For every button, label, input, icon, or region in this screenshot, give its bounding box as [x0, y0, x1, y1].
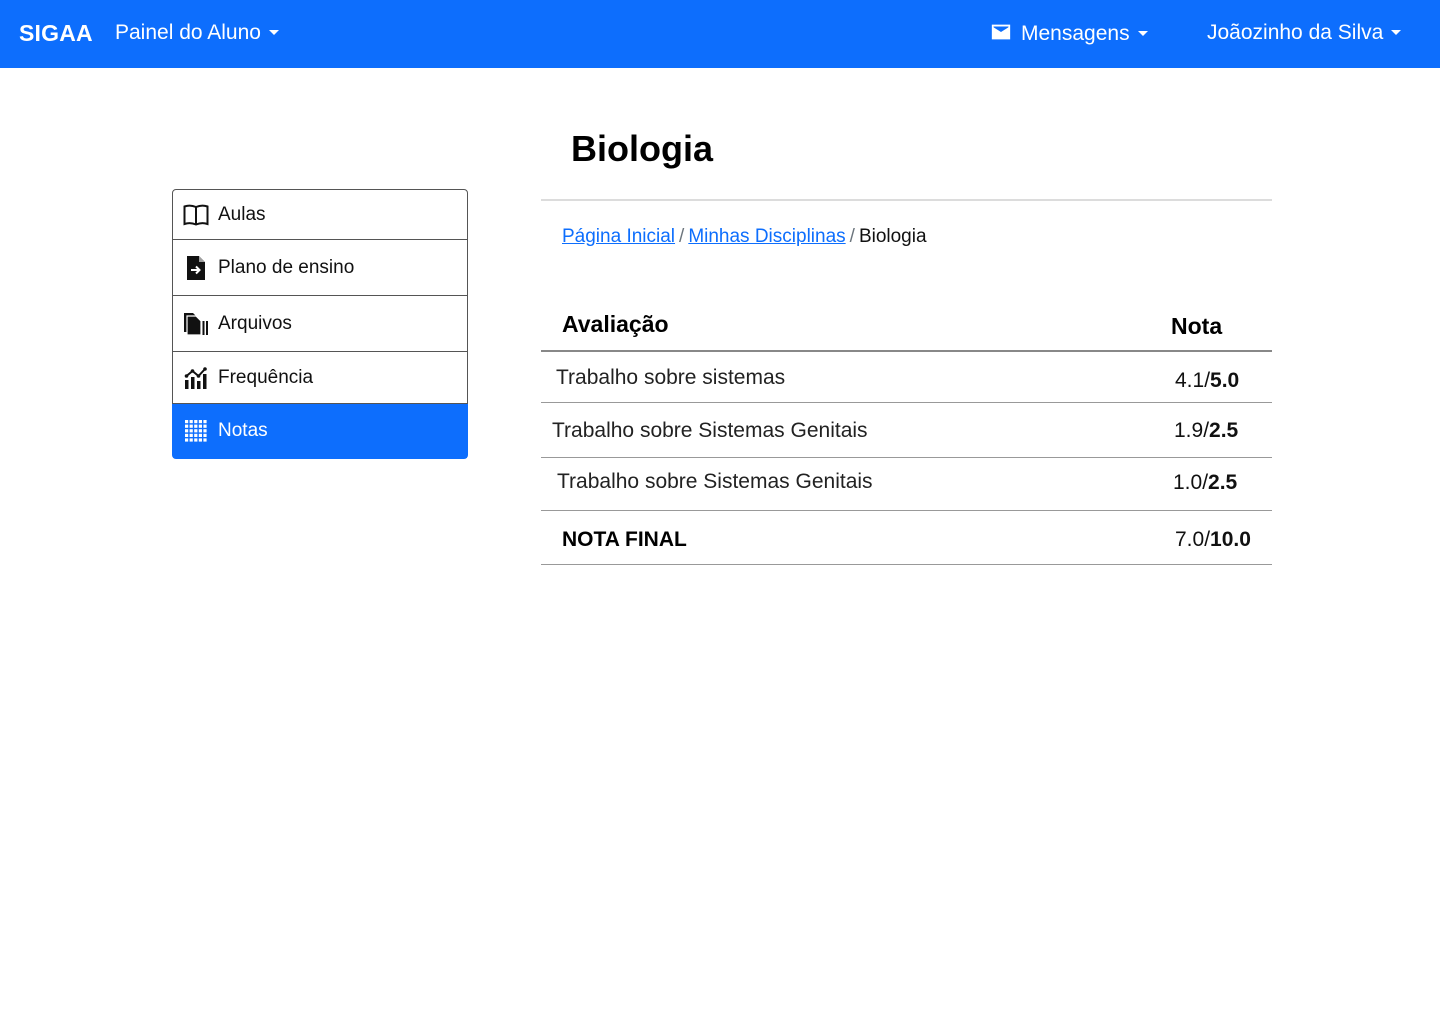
sidebar-menu: Aulas Plano de ensino Arquivos Frequênci… [172, 189, 468, 459]
breadcrumb-current: Biologia [858, 226, 927, 247]
final-grade-value: 7.0/10.0 [1175, 528, 1251, 552]
breadcrumb-separator: / [679, 226, 685, 247]
files-icon [183, 311, 209, 337]
header-assessment: Avaliação [562, 311, 669, 337]
table-row: Trabalho sobre Sistemas Genitais 1.9/2.5 [541, 403, 1272, 458]
breadcrumb-separator: / [849, 226, 855, 247]
header-grade: Nota [1171, 313, 1223, 339]
grade-score: 1.9/ [1174, 419, 1210, 442]
sidebar-item-notas[interactable]: Notas [172, 404, 468, 459]
assessment-grade: 1.0/2.5 [1173, 471, 1237, 495]
breadcrumb-disciplines-link[interactable]: Minhas Disciplinas [688, 226, 845, 247]
sidebar-item-aulas[interactable]: Aulas [172, 189, 468, 240]
table-row: Trabalho sobre sistemas 4.1/5.0 [541, 352, 1272, 403]
sidebar-item-arquivos[interactable]: Arquivos [172, 296, 468, 352]
assessment-name: Trabalho sobre Sistemas Genitais [552, 419, 868, 442]
sidebar-item-plano-de-ensino[interactable]: Plano de ensino [172, 240, 468, 296]
bar-chart-icon [183, 365, 209, 391]
assessment-name: Trabalho sobre sistemas [556, 366, 786, 389]
sidebar-item-frequencia[interactable]: Frequência [172, 352, 468, 404]
caret-down-icon [1391, 30, 1402, 35]
assessment-grade: 4.1/5.0 [1175, 369, 1239, 393]
final-grade-row: NOTA FINAL 7.0/10.0 [541, 511, 1272, 565]
sidebar-item-label: Aulas [218, 203, 266, 225]
grid-icon [183, 418, 209, 444]
breadcrumb-home-link[interactable]: Página Inicial [562, 226, 675, 247]
assessment-grade: 1.9/2.5 [1174, 419, 1238, 443]
sidebar-item-label: Arquivos [218, 312, 292, 334]
sidebar-item-label: Notas [218, 420, 268, 441]
grade-score: 1.0/ [1173, 471, 1209, 494]
table-row: Trabalho sobre Sistemas Genitais 1.0/2.5 [541, 458, 1272, 511]
title-divider [541, 199, 1272, 201]
caret-down-icon [1137, 31, 1148, 36]
grade-max: 2.5 [1208, 471, 1238, 494]
brand-logo[interactable]: SIGAA [19, 20, 93, 47]
caret-down-icon [268, 30, 279, 35]
messages-dropdown[interactable]: Mensagens [990, 21, 1148, 46]
top-navbar: SIGAA Painel do Aluno Mensagens Joãozinh… [0, 0, 1440, 68]
grades-table-header: Avaliação Nota [541, 296, 1272, 352]
user-dropdown[interactable]: Joãozinho da Silva [1207, 21, 1402, 45]
assessment-name: Trabalho sobre Sistemas Genitais [557, 470, 873, 493]
panel-dropdown-label: Painel do Aluno [115, 21, 261, 44]
panel-dropdown[interactable]: Painel do Aluno [115, 21, 279, 45]
grade-score: 4.1/ [1175, 369, 1211, 392]
page-title: Biologia [571, 128, 713, 169]
sidebar-item-label: Frequência [218, 366, 314, 388]
grade-max: 2.5 [1209, 419, 1239, 442]
mail-icon [991, 24, 1011, 40]
grade-max: 10.0 [1210, 528, 1251, 551]
sidebar-item-label: Plano de ensino [218, 256, 355, 278]
book-open-icon [183, 202, 209, 228]
grade-max: 5.0 [1210, 369, 1240, 392]
file-arrow-icon [183, 255, 209, 281]
grade-score: 7.0/ [1175, 528, 1211, 551]
grades-table: Avaliação Nota Trabalho sobre sistemas 4… [541, 296, 1272, 565]
final-grade-label: NOTA FINAL [562, 528, 687, 551]
messages-dropdown-label: Mensagens [1021, 22, 1130, 45]
user-dropdown-label: Joãozinho da Silva [1207, 21, 1384, 44]
breadcrumb: Página Inicial / Minhas Disciplinas / Biolog… [562, 226, 927, 248]
